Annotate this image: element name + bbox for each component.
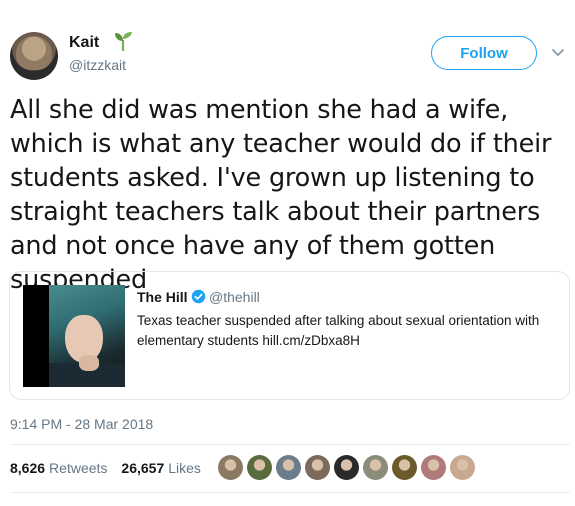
engagement-stats: 8,626 Retweets 26,657 Likes	[10, 460, 201, 476]
sprout-icon	[115, 32, 132, 51]
likes-count[interactable]: 26,657	[121, 460, 164, 476]
liker-avatars	[218, 455, 475, 480]
divider	[10, 492, 570, 493]
liker-avatar[interactable]	[334, 455, 359, 480]
follow-button[interactable]: Follow	[431, 36, 537, 70]
tweet-text: All she did was mention she had a wife, …	[10, 95, 552, 295]
divider	[10, 444, 570, 445]
quoted-author-name[interactable]: The Hill	[137, 289, 188, 305]
liker-avatar[interactable]	[276, 455, 301, 480]
liker-avatar[interactable]	[421, 455, 446, 480]
author-handle[interactable]: @itzzkait	[69, 57, 126, 73]
liker-avatar[interactable]	[450, 455, 475, 480]
likes-label[interactable]: Likes	[168, 460, 201, 476]
retweets-label[interactable]: Retweets	[49, 460, 107, 476]
author-name[interactable]: Kait	[69, 34, 99, 52]
quoted-author-handle[interactable]: @thehill	[209, 289, 260, 305]
liker-avatar[interactable]	[218, 455, 243, 480]
quoted-tweet-image[interactable]	[23, 285, 125, 387]
tweet-timestamp[interactable]: 9:14 PM - 28 Mar 2018	[10, 416, 153, 432]
liker-avatar[interactable]	[363, 455, 388, 480]
retweets-count[interactable]: 8,626	[10, 460, 45, 476]
liker-avatar[interactable]	[305, 455, 330, 480]
liker-avatar[interactable]	[247, 455, 272, 480]
quoted-tweet-text: Texas teacher suspended after talking ab…	[137, 313, 540, 348]
verified-badge-icon	[191, 289, 206, 304]
author-avatar[interactable]	[10, 32, 58, 80]
chevron-down-icon[interactable]	[551, 45, 565, 59]
liker-avatar[interactable]	[392, 455, 417, 480]
